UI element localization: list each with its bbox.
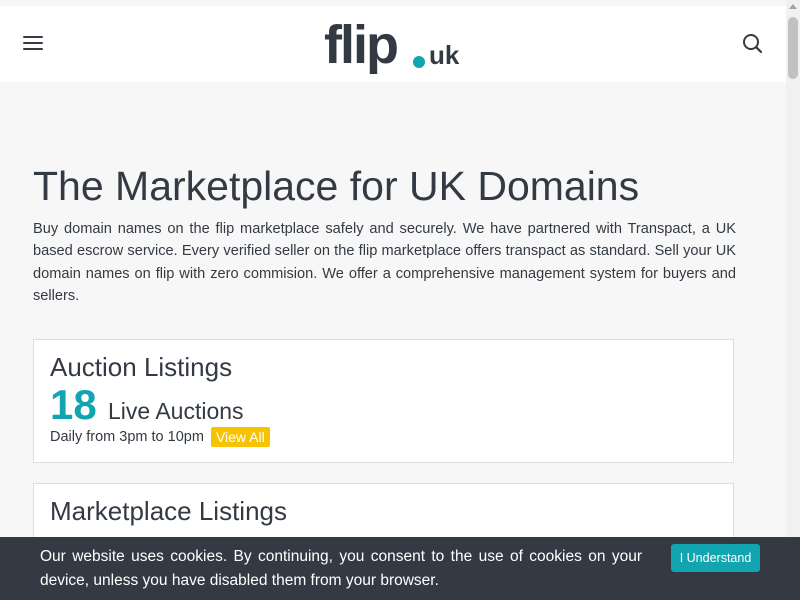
logo-dot [413, 56, 425, 68]
logo-tld: uk [429, 40, 460, 70]
live-auction-count: 18 [50, 381, 97, 428]
site-header: flip uk [0, 6, 786, 82]
scroll-up-arrow-icon[interactable] [789, 4, 797, 9]
page-scrollbar[interactable] [786, 0, 800, 600]
page-title: The Marketplace for UK Domains [33, 163, 640, 209]
intro-paragraph: Buy domain names on the flip marketplace… [33, 221, 736, 305]
cookie-message: Our website uses cookies. By continuing,… [40, 548, 642, 589]
marketplace-card-title: Marketplace Listings [50, 496, 287, 526]
auction-card-title: Auction Listings [50, 352, 233, 382]
site-logo[interactable]: flip uk [324, 14, 464, 76]
view-all-button[interactable]: View All [210, 427, 270, 447]
auction-schedule-text: Daily from 3pm to 10pm [50, 429, 204, 445]
logo-word: flip [324, 15, 399, 75]
auction-schedule: Daily from 3pm to 10pm View All [50, 427, 270, 447]
live-auctions-label: Live Auctions [108, 398, 244, 424]
scrollbar-thumb[interactable] [788, 17, 798, 79]
accept-cookies-button[interactable]: I Understand [671, 544, 760, 572]
marketplace-listings-card: Marketplace Listings [33, 483, 734, 543]
auction-listings-card: Auction Listings 18 Live Auctions Daily … [33, 339, 734, 463]
hamburger-icon[interactable] [23, 36, 43, 50]
search-icon[interactable] [741, 32, 765, 56]
cookie-banner: Our website uses cookies. By continuing,… [0, 537, 800, 600]
